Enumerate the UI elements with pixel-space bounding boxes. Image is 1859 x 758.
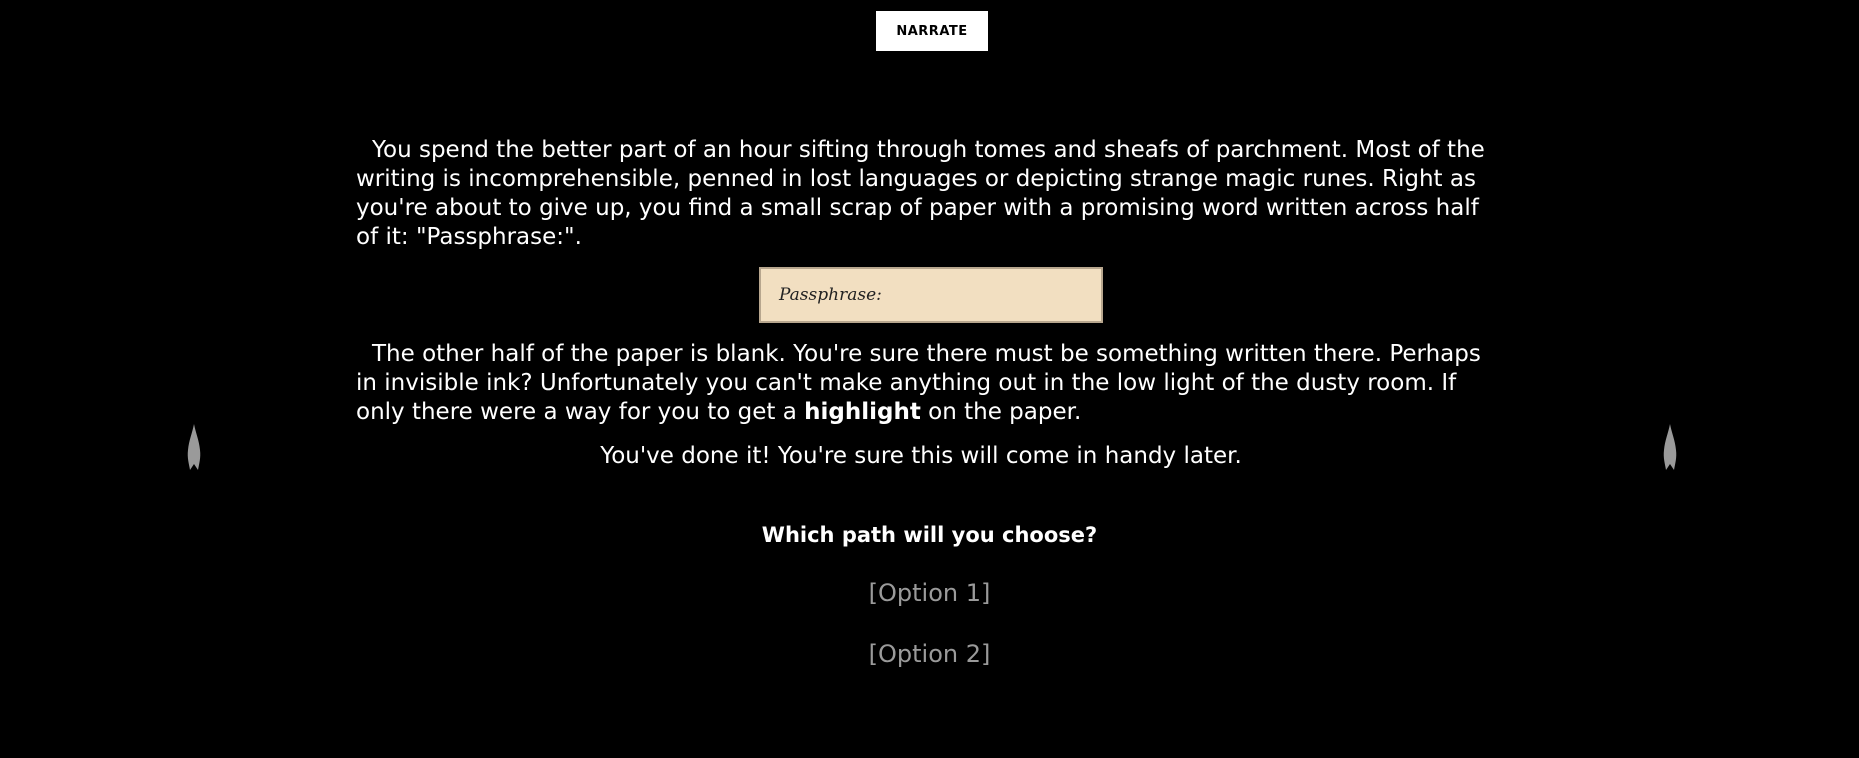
option-1-link[interactable]: [Option 1] [0,579,1859,607]
paper-scrap[interactable]: Passphrase: [759,267,1103,323]
story-text: You spend the better part of an hour sif… [356,136,1506,471]
story-paragraph-1: You spend the better part of an hour sif… [356,137,1485,250]
story-paragraph-2: The other half of the paper is blank. Yo… [356,340,1506,427]
right-torch-flame-icon [1663,424,1677,470]
choice-question: Which path will you choose? [761,523,1098,547]
success-message: You've done it! You're sure this will co… [600,443,1242,469]
story-paragraph-2-end: on the paper. [920,399,1082,425]
option-2-link[interactable]: [Option 2] [0,640,1859,668]
left-torch-flame-icon [187,424,201,470]
narrate-button[interactable]: NARRATE [876,11,988,51]
game-screen: NARRATE You spend the better part of an … [0,0,1859,758]
highlight-keyword: highlight [804,399,921,425]
paper-scrap-text: Passphrase: [779,284,882,305]
paper-scrap-container: Passphrase: [356,267,1506,323]
